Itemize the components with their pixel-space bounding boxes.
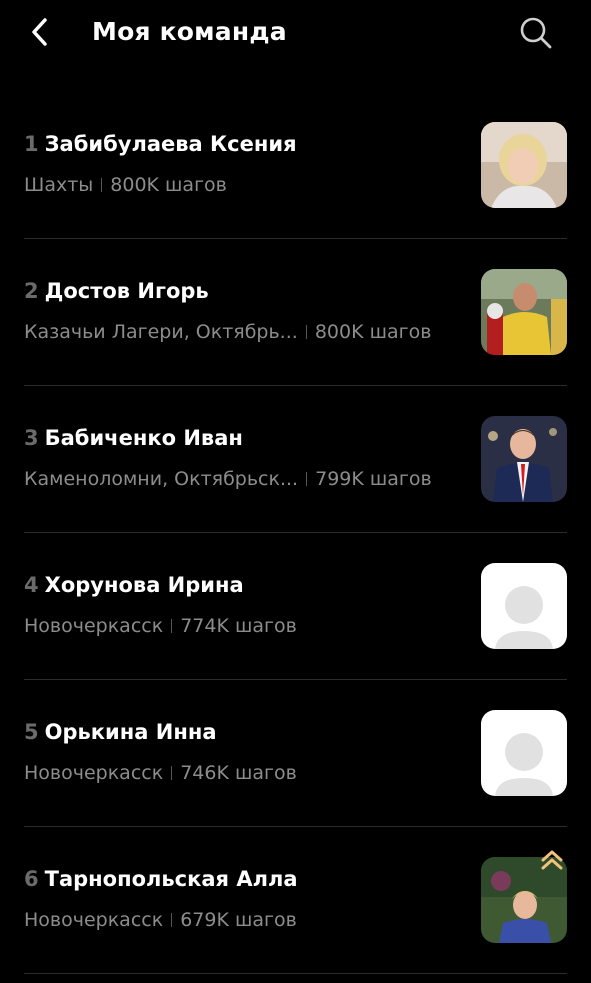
page-title: Моя команда xyxy=(92,17,287,46)
avatar[interactable] xyxy=(481,122,567,208)
member-name: Забибулаева Ксения xyxy=(44,132,297,156)
separator xyxy=(101,178,103,192)
back-button[interactable] xyxy=(26,14,58,50)
separator xyxy=(305,325,307,339)
member-location: Новочеркасск xyxy=(24,615,164,637)
separator xyxy=(171,913,173,927)
member-steps: 800K шагов xyxy=(314,321,432,343)
divider xyxy=(24,973,567,974)
rank-number: 2 xyxy=(24,279,39,303)
team-member-row[interactable]: 4 Хорунова Ирина Новочеркасск 774K шагов xyxy=(0,533,591,680)
search-button[interactable] xyxy=(515,12,555,52)
member-steps: 679K шагов xyxy=(180,909,297,931)
avatar[interactable] xyxy=(481,563,567,649)
separator xyxy=(306,472,308,486)
user-placeholder-icon xyxy=(481,563,567,649)
rank-number: 4 xyxy=(24,573,39,597)
member-location: Казачьи Лагери, Октябрь... xyxy=(24,321,298,343)
team-member-row[interactable]: 3 Бабиченко Иван Каменоломни, Октябрьск..… xyxy=(0,386,591,533)
separator xyxy=(171,619,173,633)
rank-number: 3 xyxy=(24,426,39,450)
rank-number: 5 xyxy=(24,720,39,744)
member-steps: 800K шагов xyxy=(110,174,227,196)
team-member-row[interactable]: 1 Забибулаева Ксения Шахты 800K шагов xyxy=(0,92,591,239)
rank-number: 1 xyxy=(24,132,39,156)
top-bar: Моя команда xyxy=(0,0,591,66)
member-name: Бабиченко Иван xyxy=(44,426,243,450)
team-member-row[interactable]: 2 Достов Игорь Казачьи Лагери, Октябрь...… xyxy=(0,239,591,386)
rank-number: 6 xyxy=(24,867,39,891)
user-placeholder-icon xyxy=(481,710,567,796)
member-steps: 746K шагов xyxy=(180,762,297,784)
member-steps: 774K шагов xyxy=(180,615,297,637)
member-name: Тарнопольская Алла xyxy=(44,867,298,891)
search-icon xyxy=(520,17,552,49)
member-steps: 799K шагов xyxy=(315,468,432,490)
team-member-row[interactable]: 5 Орькина Инна Новочеркасск 746K шагов xyxy=(0,680,591,827)
member-location: Новочеркасск xyxy=(24,762,164,784)
member-location: Новочеркасск xyxy=(24,909,164,931)
team-list: 1 Забибулаева Ксения Шахты 800K шагов 2 Дос… xyxy=(0,92,591,974)
member-name: Хорунова Ирина xyxy=(44,573,244,597)
member-location: Шахты xyxy=(24,174,94,196)
chevron-left-icon xyxy=(32,18,47,46)
member-location: Каменоломни, Октябрьск... xyxy=(24,468,299,490)
member-name: Орькина Инна xyxy=(44,720,217,744)
member-name: Достов Игорь xyxy=(44,279,209,303)
avatar[interactable] xyxy=(481,416,567,502)
separator xyxy=(171,766,173,780)
team-member-row[interactable]: 6 Тарнопольская Алла Новочеркасск 679K шаг… xyxy=(0,827,591,974)
avatar[interactable] xyxy=(481,710,567,796)
avatar[interactable] xyxy=(481,269,567,355)
double-chevron-up-icon xyxy=(540,849,564,871)
